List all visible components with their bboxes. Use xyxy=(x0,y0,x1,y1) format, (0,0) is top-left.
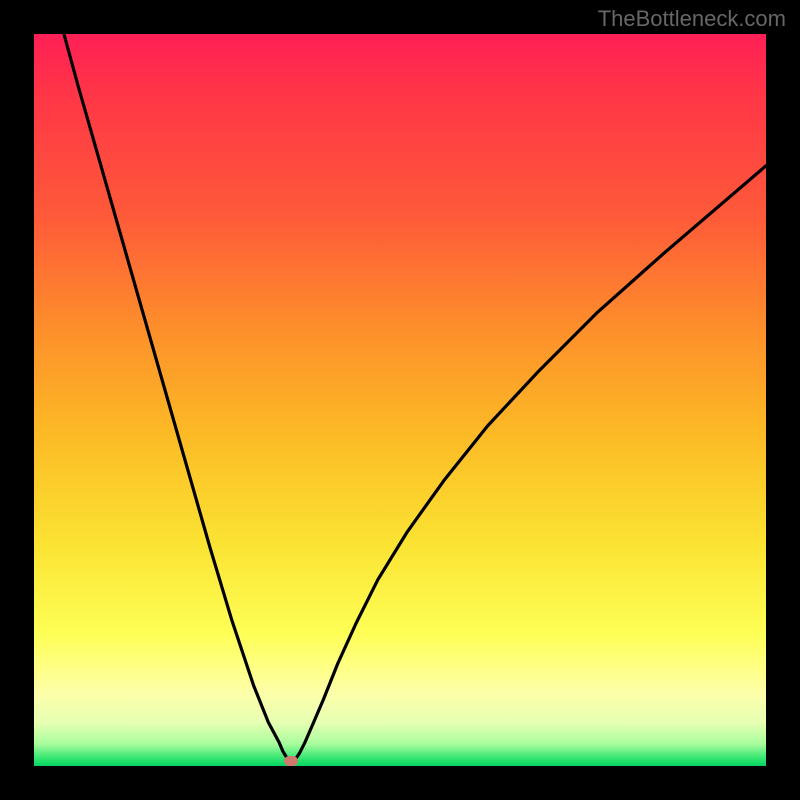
optimal-point-marker xyxy=(284,756,298,766)
bottleneck-curve xyxy=(34,34,766,766)
chart-frame: TheBottleneck.com xyxy=(0,0,800,800)
plot-area xyxy=(34,34,766,766)
watermark-text: TheBottleneck.com xyxy=(598,6,786,32)
